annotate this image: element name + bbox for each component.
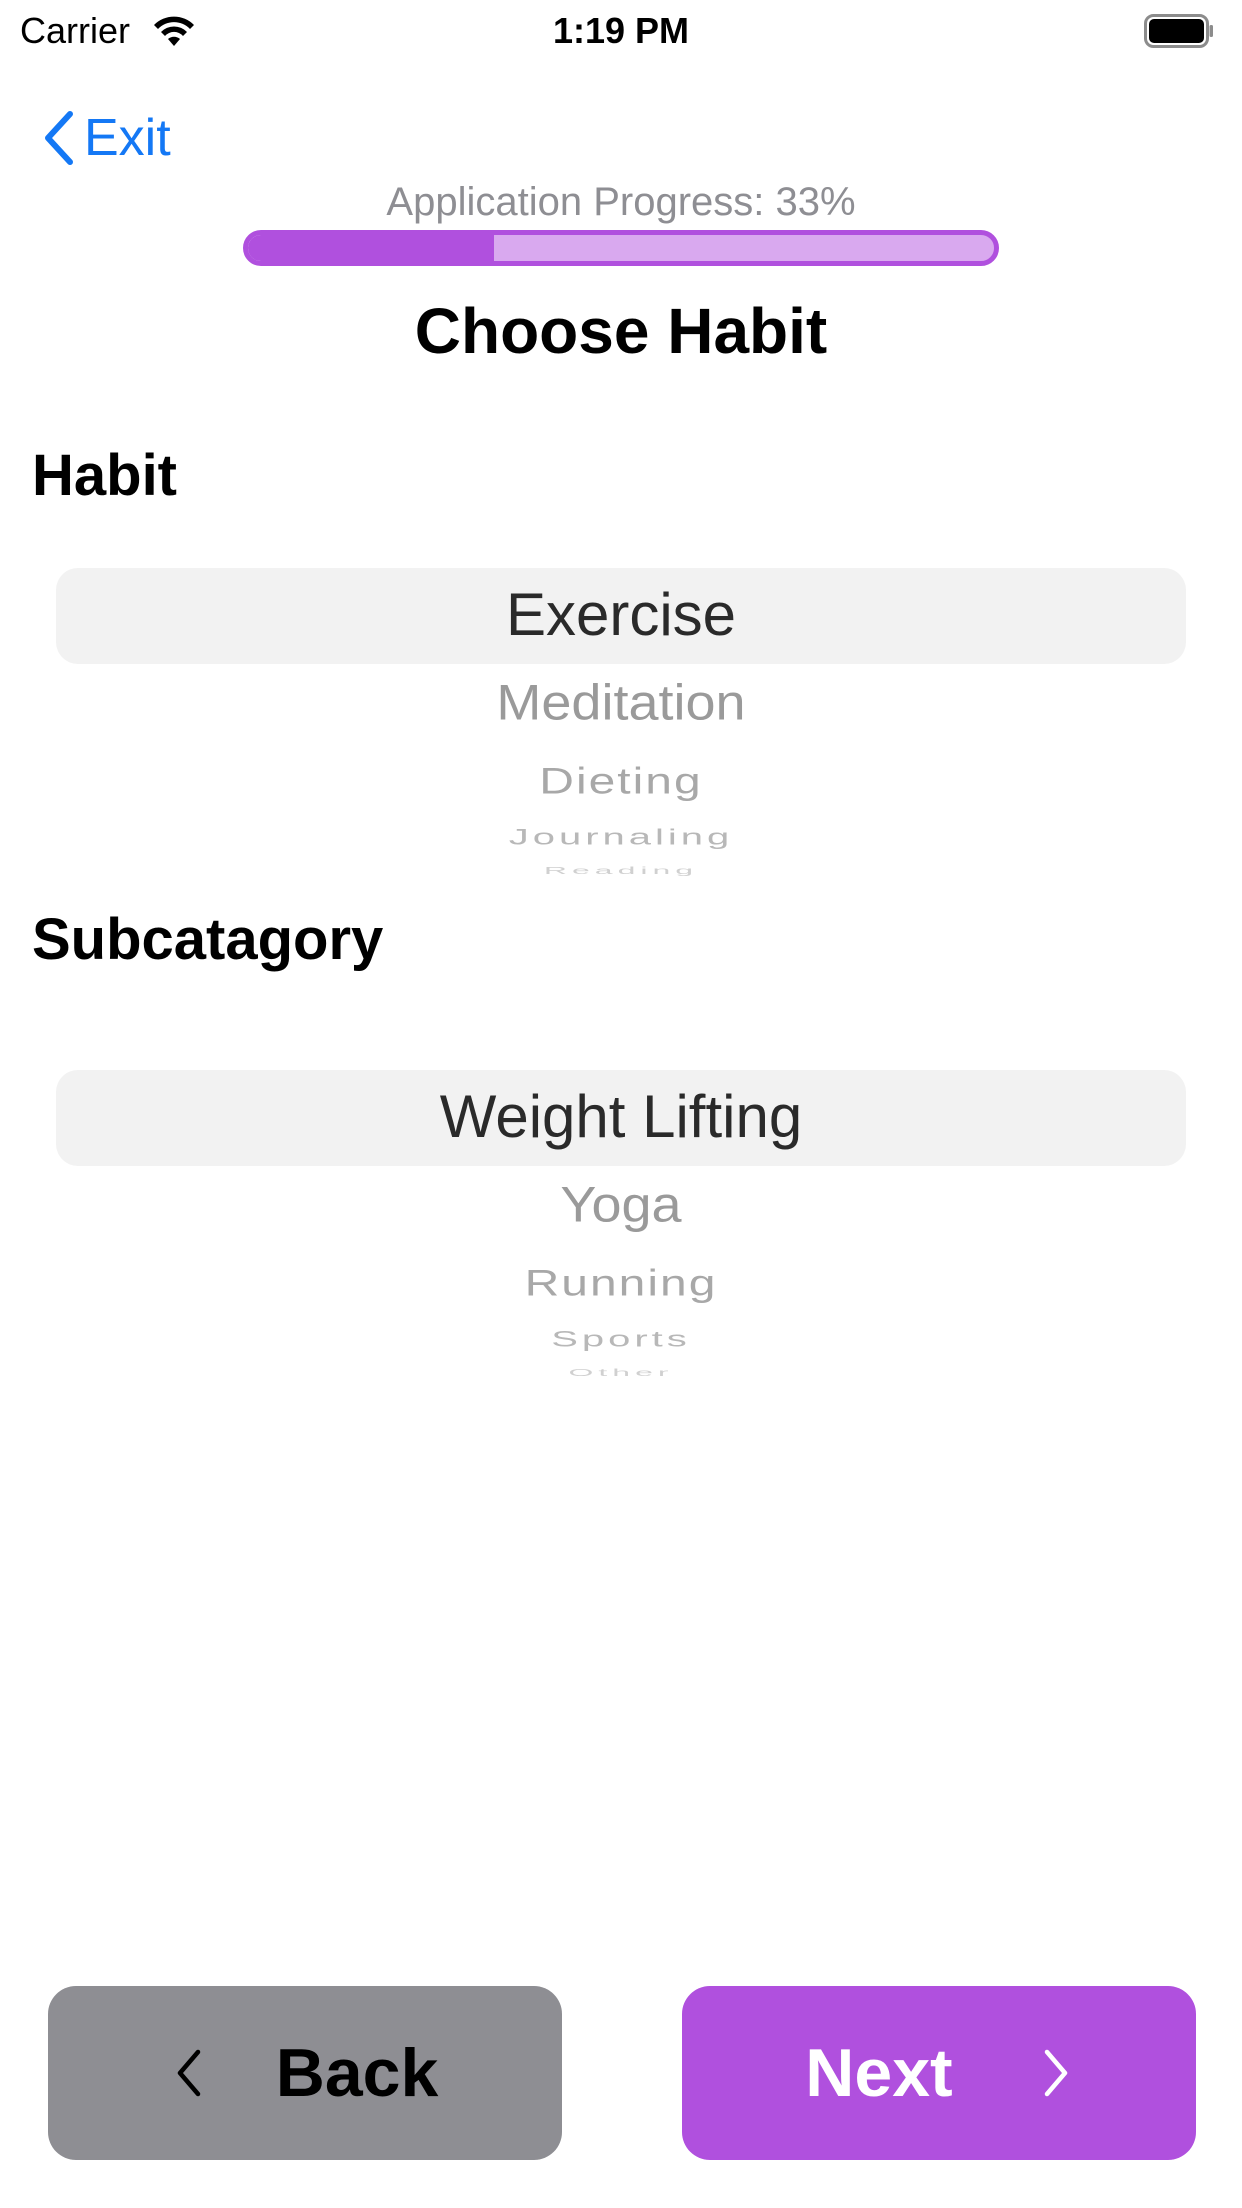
subcategory-picker[interactable]: Weight Lifting Yoga Running Sports Other [56, 1070, 1186, 1390]
subcategory-option[interactable]: Running [56, 1262, 1186, 1305]
chevron-left-icon [45, 111, 73, 165]
habit-option[interactable]: Exercise [56, 580, 1186, 649]
progress-label: Application Progress: 33% [386, 180, 856, 224]
progress-bar [243, 230, 999, 266]
chevron-right-icon [1044, 2049, 1067, 2097]
habit-picker[interactable]: Exercise Meditation Dieting Journaling R… [56, 568, 1186, 888]
habit-option[interactable]: Dieting [56, 760, 1186, 803]
screen: Carrier 1:19 PM Exit Application Progres… [0, 0, 1242, 2208]
exit-button[interactable]: Exit [40, 108, 171, 168]
habit-option[interactable]: Reading [56, 865, 1186, 877]
next-label: Next [805, 2035, 953, 2111]
battery-icon [1144, 14, 1213, 48]
exit-label: Exit [84, 109, 171, 167]
next-button[interactable]: Next [682, 1986, 1196, 2160]
chevron-left-icon [177, 2049, 200, 2097]
status-bar: Carrier 1:19 PM [0, 0, 1242, 64]
subcategory-option[interactable]: Other [56, 1367, 1186, 1379]
habit-option[interactable]: Journaling [56, 825, 1186, 850]
habit-option[interactable]: Meditation [56, 674, 1186, 731]
progress-fill [248, 235, 495, 261]
subcategory-section-label: Subcatagory [32, 907, 384, 972]
subcategory-option[interactable]: Yoga [56, 1176, 1186, 1233]
subcategory-option[interactable]: Sports [56, 1327, 1186, 1352]
back-button[interactable]: Back [48, 1986, 562, 2160]
habit-section-label: Habit [32, 443, 177, 508]
status-time: 1:19 PM [552, 10, 690, 51]
back-label: Back [275, 2035, 439, 2111]
subcategory-option[interactable]: Weight Lifting [56, 1082, 1186, 1151]
page-title: Choose Habit [414, 295, 828, 367]
